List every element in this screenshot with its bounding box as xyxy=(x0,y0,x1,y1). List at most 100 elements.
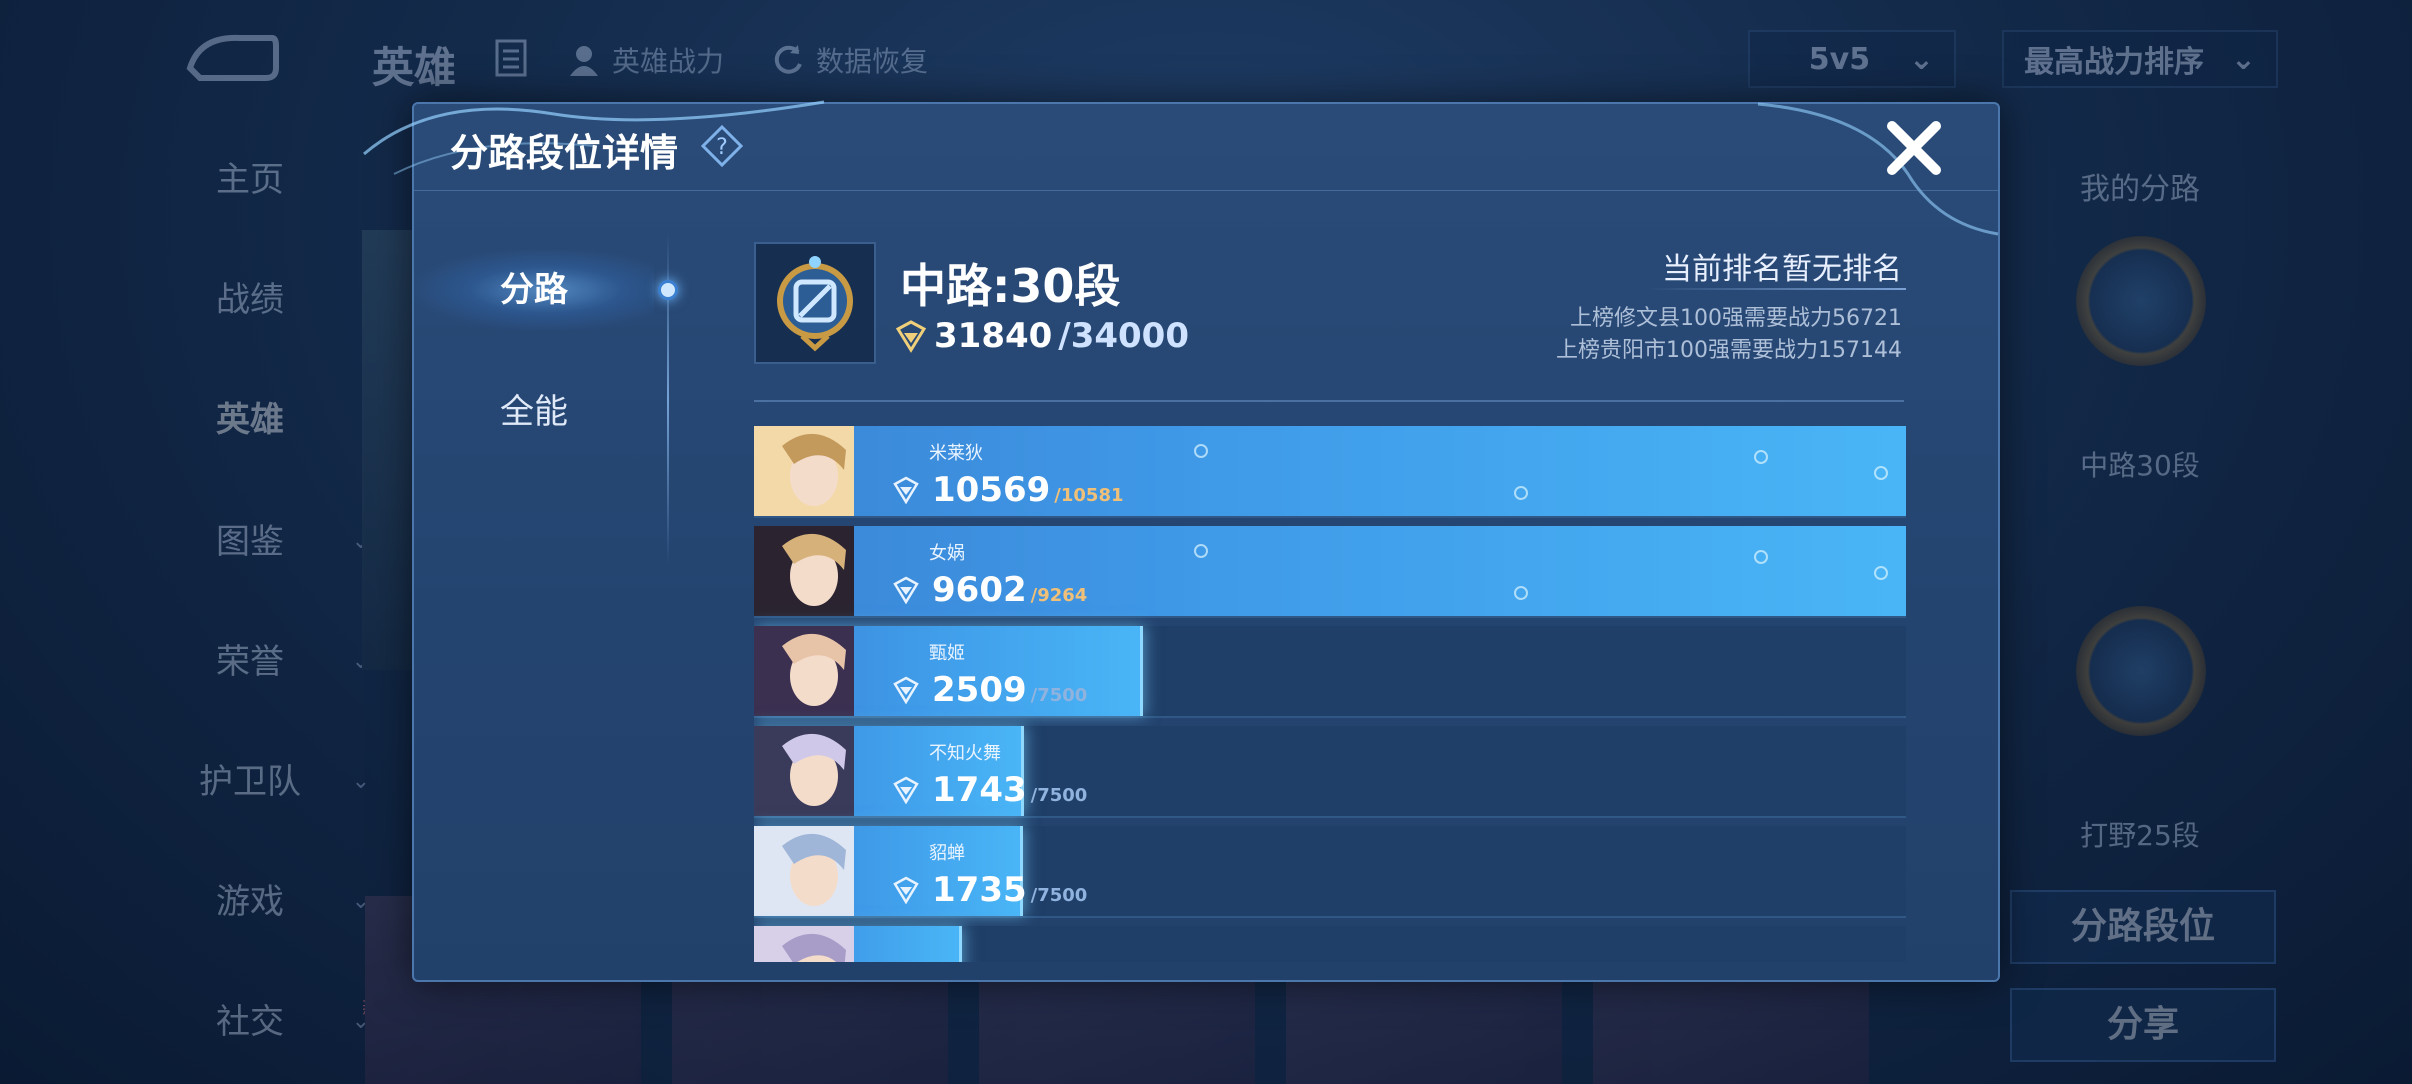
power-shield-icon xyxy=(893,476,919,504)
hero-portrait xyxy=(754,926,854,962)
nav-item-social[interactable]: 社交新⌄ xyxy=(150,992,382,1052)
restore-icon xyxy=(774,45,802,74)
hero-portrait xyxy=(754,826,854,916)
hero-power-max: /9264 xyxy=(1030,585,1088,606)
power-shield-icon xyxy=(893,876,919,904)
points-current: 31840 xyxy=(934,316,1053,356)
mid-lane-label: 中路30段 xyxy=(2080,449,2200,482)
nav-item-home[interactable]: 主页 xyxy=(150,150,350,210)
jungle-badge-icon xyxy=(2076,606,2206,736)
nav-label: 荣誉 xyxy=(216,642,284,682)
hero-power-value: 2509 xyxy=(932,670,1027,710)
hero-name: 不知火舞 xyxy=(929,743,1001,764)
hero-power-label: 英雄战力 xyxy=(612,45,725,78)
mid-lane-rank-icon xyxy=(777,256,853,352)
hero-power: 10569/10581 xyxy=(892,470,1124,510)
hero-name: 貂蝉 xyxy=(929,843,965,864)
rank-badge xyxy=(754,242,876,364)
power-shield-icon xyxy=(893,576,919,604)
nav-item-guard[interactable]: 护卫队 ⌄ xyxy=(150,752,370,812)
share-button[interactable]: 分享 xyxy=(2010,988,2276,1062)
title-divider xyxy=(414,190,1998,191)
sparkle-icon xyxy=(1874,566,1888,580)
hero-portrait xyxy=(754,626,854,716)
my-lane-title: 我的分路 xyxy=(2080,172,2200,207)
decorative-swirl xyxy=(1757,102,1999,236)
hero-power-list[interactable]: 米莱狄 10569/10581 女娲 9602/9264 甄姬 2509/7500 不知火舞… xyxy=(754,426,1906,962)
hero-row[interactable]: 米莱狄 10569/10581 xyxy=(754,426,1906,518)
lane-rank-modal: 分路段位详情 ? 分路 全能 中路:30段 31840/34000 当前排名暂无… xyxy=(363,100,2000,982)
status-divider xyxy=(1646,288,1906,290)
hero-power-value: 9602 xyxy=(932,570,1027,610)
sort-select-value: 最高战力排序 xyxy=(2024,45,2204,80)
hero-row[interactable]: 貂蝉 1735/7500 xyxy=(754,826,1906,918)
nav-item-game[interactable]: 游戏 ⌄ xyxy=(150,872,370,932)
nav-item-hero[interactable]: 英雄 xyxy=(150,390,350,450)
nav-label: 英雄 xyxy=(216,400,284,440)
data-restore-link[interactable]: 数据恢复 xyxy=(770,40,928,80)
close-icon[interactable] xyxy=(1882,116,1946,180)
nav-label: 护卫队 xyxy=(199,762,301,802)
hero-power-max: /7500 xyxy=(1030,685,1088,706)
sparkle-icon xyxy=(1874,466,1888,480)
rank-title: 中路:30段 xyxy=(900,259,1121,313)
header-divider xyxy=(754,400,1904,402)
power-shield-icon xyxy=(893,776,919,804)
list-icon[interactable] xyxy=(494,38,528,78)
nav-label: 主页 xyxy=(216,160,284,200)
back-arrow-icon[interactable] xyxy=(180,28,280,88)
hero-row[interactable] xyxy=(754,926,1906,962)
hero-power-link[interactable]: 英雄战力 xyxy=(566,40,724,80)
rank-points: 31840/34000 xyxy=(894,316,1189,356)
hero-row[interactable]: 女娲 9602/9264 xyxy=(754,526,1906,618)
tab-lane[interactable]: 分路 xyxy=(414,250,654,330)
page-title: 英雄 xyxy=(372,43,457,92)
data-restore-label: 数据恢复 xyxy=(816,45,929,78)
tab-indicator-dot xyxy=(658,280,678,300)
mode-select-value: 5v5 xyxy=(1808,41,1871,77)
nav-item-collection[interactable]: 图鉴 ⌄ xyxy=(150,512,370,572)
chevron-down-icon: ⌄ xyxy=(351,769,370,794)
county-requirement: 上榜修文县100强需要战力56721 xyxy=(1570,306,1902,331)
chevron-down-icon: ⌄ xyxy=(2230,41,2256,77)
hero-silhouette-icon xyxy=(570,46,598,76)
hero-portrait xyxy=(754,726,854,816)
hero-power-max: /7500 xyxy=(1030,785,1088,806)
hero-row[interactable]: 甄姬 2509/7500 xyxy=(754,626,1906,718)
hero-power: 1735/7500 xyxy=(892,870,1087,910)
svg-text:?: ? xyxy=(716,135,728,160)
tab-allround[interactable]: 全能 xyxy=(414,372,654,452)
modal-title: 分路段位详情 xyxy=(450,131,679,175)
jungle-lane-label: 打野25段 xyxy=(2080,819,2200,852)
mid-lane-badge-icon xyxy=(2076,236,2206,366)
sparkle-icon xyxy=(1754,550,1768,564)
lane-rank-button[interactable]: 分路段位 xyxy=(2010,890,2276,964)
mode-select[interactable]: 5v5 ⌄ xyxy=(1748,30,1956,88)
nav-label: 战绩 xyxy=(216,280,284,320)
sparkle-icon xyxy=(1514,586,1528,600)
hero-power-max: /7500 xyxy=(1030,885,1088,906)
points-total: /34000 xyxy=(1058,316,1190,356)
hero-power-value: 10569 xyxy=(932,470,1051,510)
sparkle-icon xyxy=(1514,486,1528,500)
sparkle-icon xyxy=(1754,450,1768,464)
hero-power-value: 1743 xyxy=(932,770,1027,810)
nav-item-honor[interactable]: 荣誉新⌄ xyxy=(150,632,382,692)
sort-select[interactable]: 最高战力排序 ⌄ xyxy=(2002,30,2278,88)
city-requirement: 上榜贵阳市100强需要战力157144 xyxy=(1556,338,1902,363)
hero-power-max: /10581 xyxy=(1054,485,1124,506)
hero-power: 2509/7500 xyxy=(892,670,1087,710)
hero-power-value: 1735 xyxy=(932,870,1027,910)
chevron-down-icon: ⌄ xyxy=(1908,41,1934,77)
hero-name: 甄姬 xyxy=(929,643,965,664)
nav-label: 游戏 xyxy=(216,882,284,922)
hero-portrait xyxy=(754,426,854,516)
nav-item-record[interactable]: 战绩 xyxy=(150,270,350,330)
help-icon[interactable]: ? xyxy=(700,124,744,168)
hero-power: 1743/7500 xyxy=(892,770,1087,810)
ranking-status: 当前排名暂无排名 xyxy=(1662,252,1902,287)
hero-row[interactable]: 不知火舞 1743/7500 xyxy=(754,726,1906,818)
sparkle-icon xyxy=(1194,444,1208,458)
nav-label: 图鉴 xyxy=(216,522,284,562)
hero-name: 女娲 xyxy=(929,543,965,564)
